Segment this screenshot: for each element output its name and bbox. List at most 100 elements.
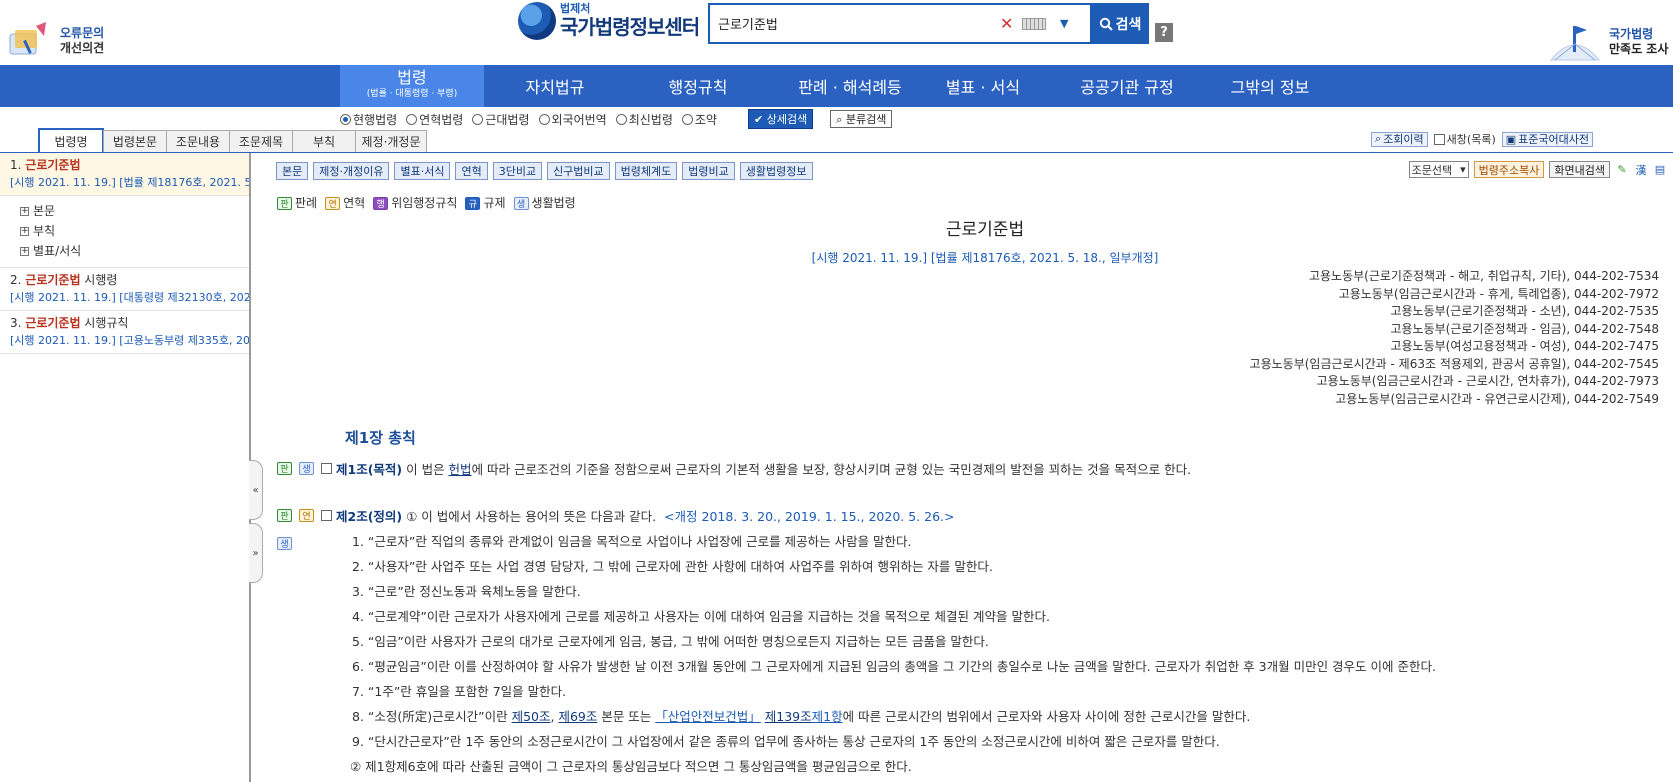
- article-69-link[interactable]: 제69조: [558, 709, 597, 724]
- nav-item-local-laws[interactable]: 자치법규: [490, 65, 620, 107]
- highlight-icon[interactable]: ✎: [1615, 163, 1629, 177]
- tree-node-addenda[interactable]: + 부칙: [20, 221, 249, 241]
- definition-items: 1. “근로자”란 직업의 종류와 관계없이 임금을 목적으로 사업이나 사업장…: [352, 529, 1436, 754]
- constitution-link[interactable]: 헌법: [449, 462, 472, 477]
- class-search-button[interactable]: ⌕ 분류검색: [830, 110, 893, 128]
- three-way-compare-button[interactable]: 3단비교: [492, 162, 543, 180]
- precedent-tag[interactable]: 판: [277, 462, 292, 475]
- nav-item-other[interactable]: 그밖의 정보: [1210, 65, 1330, 107]
- tab-article-content[interactable]: 조문내용: [166, 130, 230, 152]
- radio-latest[interactable]: 최신법령: [615, 111, 673, 128]
- search-button-label: 검색: [1115, 16, 1142, 33]
- law-keyword: 근로기준법: [25, 273, 81, 287]
- find-in-page-button[interactable]: 화면내검색: [1549, 161, 1610, 178]
- life-law-info-button[interactable]: 생활법령정보: [739, 162, 813, 180]
- expand-icon[interactable]: +: [20, 246, 29, 256]
- law-list-item[interactable]: 2. 근로기준법 시행령 [시행 2021. 11. 19.] [대통령령 제3…: [0, 268, 249, 311]
- save-icon[interactable]: ▤: [1653, 163, 1667, 177]
- definition-item: 5. “임금”이란 사용자가 근로의 대가로 근로자에게 임금, 봉급, 그 밖…: [352, 634, 989, 649]
- dictionary-button[interactable]: ▣ 표준국어대사전: [1501, 131, 1593, 147]
- nav-item-forms[interactable]: 별표 · 서식: [930, 65, 1036, 107]
- expand-icon[interactable]: +: [20, 206, 29, 216]
- radio-treaty[interactable]: 조약: [681, 111, 717, 128]
- definition-item: 4. “근로계약”이란 근로자가 사용자에게 근로를 제공하고 사용자는 이에 …: [352, 609, 1050, 624]
- class-search-label: 분류검색: [845, 113, 887, 126]
- law-list-item[interactable]: 1. 근로기준법 [시행 2021. 11. 19.] [법률 제18176호,…: [0, 153, 249, 196]
- article-50-link[interactable]: 제50조: [512, 709, 551, 724]
- contact-line: 고용노동부(근로기준정책과 - 임금), 044-202-7548: [1390, 321, 1659, 336]
- article-139-link[interactable]: 제139조: [765, 709, 812, 724]
- tree-node-body[interactable]: + 본문: [20, 201, 249, 221]
- search-button[interactable]: 검색: [1091, 3, 1149, 44]
- main-nav: 법령 (법률 · 대통령령 · 부령) 자치법규 행정규칙 판례 · 해석례등 …: [0, 65, 1673, 107]
- article-select[interactable]: 조문선택 ▾: [1408, 161, 1469, 178]
- nav-item-admin-rules[interactable]: 행정규칙: [630, 65, 766, 107]
- law-meta: [시행 2021. 11. 19.] [고용노동부령 제335호, 2021. …: [10, 334, 249, 347]
- history-button[interactable]: 연혁: [455, 162, 488, 180]
- definition-item: 7. “1주”란 휴일을 포함한 7일을 말한다.: [352, 684, 567, 699]
- law-compare-button[interactable]: 법령비교: [682, 162, 735, 180]
- logo-title: 국가법령정보센터: [560, 15, 700, 39]
- clear-icon[interactable]: ✕: [1000, 14, 1016, 33]
- article-checkbox[interactable]: [321, 510, 332, 521]
- amendment-link[interactable]: <개정 2018. 3. 20., 2019. 1. 15., 2020. 5.…: [664, 509, 954, 524]
- radio-dot: [340, 113, 351, 125]
- history-button[interactable]: ⌕ 조회이력: [1371, 131, 1428, 147]
- safety-act-link[interactable]: 「산업안전보건법」: [655, 709, 761, 724]
- legend-history: 연 연혁: [325, 194, 365, 211]
- old-new-compare-button[interactable]: 신구법비교: [547, 162, 610, 180]
- search-options: 현행법령 연혁법령 근대법령 외국어번역 최신법령 조약 ✔ 상세검색 ⌕ 분류…: [340, 109, 893, 129]
- keyboard-icon[interactable]: [1022, 17, 1046, 30]
- radio-current[interactable]: 현행법령: [340, 111, 397, 128]
- legend-label: 연혁: [343, 196, 366, 210]
- life-law-tag[interactable]: 생: [277, 537, 292, 550]
- article-1: 판 생 제1조(목적) 이 법은 헌법에 따라 근로조건의 기준을 정함으로써 …: [277, 459, 1191, 478]
- tree-node-forms[interactable]: + 별표/서식: [20, 241, 249, 261]
- law-enforcement-info: [시행 2021. 11. 19.] [법률 제18176호, 2021. 5.…: [811, 251, 1159, 265]
- article-checkbox[interactable]: [321, 463, 332, 474]
- law-keyword: 근로기준법: [25, 158, 81, 172]
- search-input[interactable]: [710, 5, 1000, 42]
- collapse-sidebar-handle[interactable]: «: [249, 460, 263, 520]
- chevron-down-icon[interactable]: ▼: [1060, 17, 1068, 30]
- radio-modern[interactable]: 근대법령: [472, 111, 530, 128]
- body-button[interactable]: 본문: [276, 162, 309, 180]
- nav-sub-label: (법률 · 대통령령 · 부령): [366, 89, 458, 99]
- new-window-toggle[interactable]: 새창(목록): [1433, 131, 1496, 147]
- history-label: 조회이력: [1383, 133, 1424, 146]
- tab-addenda[interactable]: 부칙: [292, 130, 356, 152]
- nav-item-laws[interactable]: 법령 (법률 · 대통령령 · 부령): [340, 65, 484, 107]
- forms-button[interactable]: 별표·서식: [394, 162, 451, 180]
- site-logo[interactable]: 법제처 국가법령정보센터: [518, 2, 700, 40]
- survey-link[interactable]: 국가법령 만족도 조사: [1545, 20, 1668, 64]
- expand-panel-handle[interactable]: »: [249, 523, 263, 583]
- tab-law-name[interactable]: 법령명: [38, 128, 104, 152]
- copy-address-button[interactable]: 법령주소복사: [1473, 161, 1545, 178]
- paragraph-1-link[interactable]: 제1항: [812, 709, 843, 724]
- nav-item-public-rules[interactable]: 공공기관 규정: [1060, 65, 1194, 107]
- law-suffix: 시행령: [80, 273, 118, 287]
- nav-item-precedents[interactable]: 판례 · 해석례등: [770, 65, 930, 107]
- precedent-tag[interactable]: 판: [277, 509, 292, 522]
- history-tag[interactable]: 연: [299, 509, 314, 522]
- tab-law-body[interactable]: 법령본문: [103, 130, 167, 152]
- radio-history[interactable]: 연혁법령: [406, 111, 463, 128]
- legend-delegated-rules: 행 위임행정규칙: [373, 194, 457, 211]
- detail-search-button[interactable]: ✔ 상세검색: [747, 109, 814, 129]
- checkbox[interactable]: [1433, 133, 1445, 145]
- revision-reason-button[interactable]: 제정·개정이유: [313, 162, 390, 180]
- law-list-item[interactable]: 3. 근로기준법 시행규칙 [시행 2021. 11. 19.] [고용노동부령…: [0, 311, 249, 354]
- feedback-link[interactable]: 오류문의 개선의견: [6, 20, 104, 62]
- law-hierarchy-button[interactable]: 법령체계도: [614, 162, 678, 180]
- life-law-tag[interactable]: 생: [299, 462, 314, 475]
- tab-article-title[interactable]: 조문제목: [229, 130, 293, 152]
- legend-life-law: 생 생활법령: [513, 194, 576, 211]
- hanja-toggle[interactable]: 漢: [1634, 163, 1648, 177]
- article-title: 제1조(목적): [336, 462, 403, 477]
- help-button[interactable]: ?: [1155, 23, 1173, 42]
- tab-enactment[interactable]: 제정·개정문: [355, 130, 427, 152]
- radio-foreign[interactable]: 외국어번역: [538, 111, 607, 128]
- content-toolbar: 본문 제정·개정이유 별표·서식 연혁 3단비교 신구법비교 법령체계도 법령비…: [276, 162, 813, 180]
- definition-item: 1. “근로자”란 직업의 종류와 관계없이 임금을 목적으로 사업이나 사업장…: [352, 534, 912, 549]
- expand-icon[interactable]: +: [20, 226, 29, 236]
